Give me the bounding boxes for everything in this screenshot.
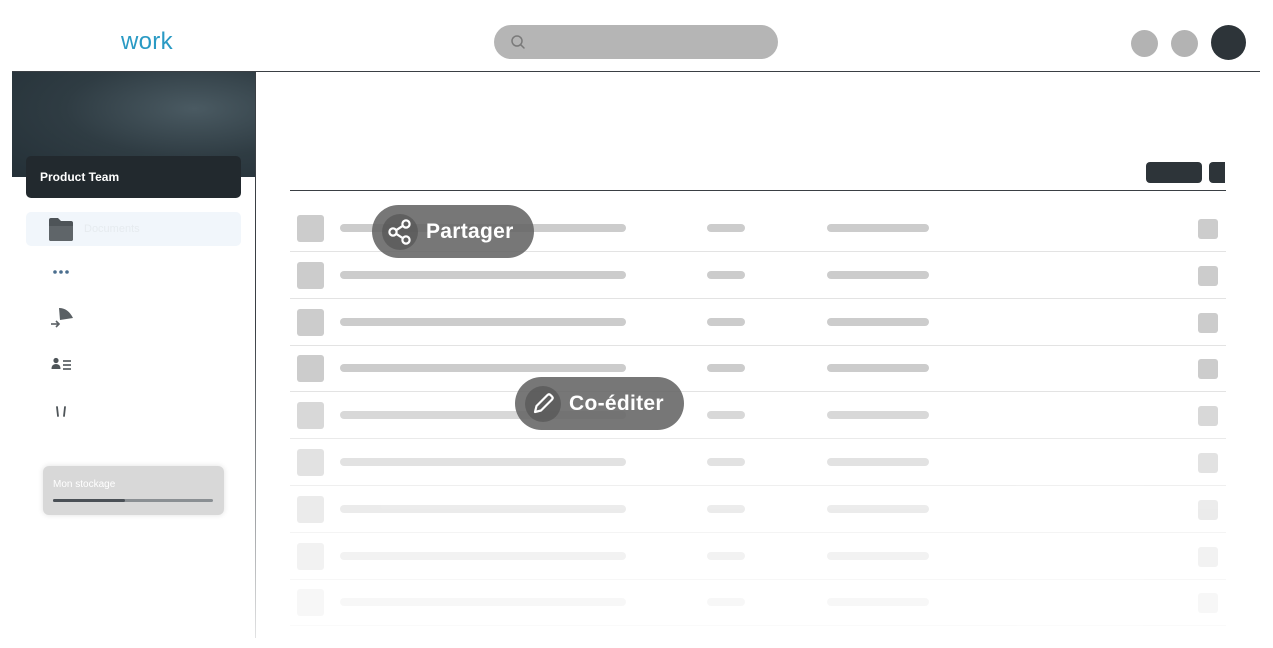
storage-progress	[53, 499, 213, 502]
row-action[interactable]	[1198, 593, 1218, 614]
team-name: Product Team	[40, 170, 120, 184]
table-row[interactable]	[290, 486, 1226, 533]
row-size-placeholder	[707, 598, 745, 607]
row-size-placeholder	[707, 458, 745, 466]
row-date-placeholder	[827, 458, 929, 466]
row-checkbox[interactable]	[297, 449, 324, 476]
notifications-button[interactable]	[1131, 30, 1158, 57]
row-date-placeholder	[827, 317, 929, 326]
row-action[interactable]	[1198, 453, 1218, 473]
row-name-placeholder	[340, 364, 626, 373]
row-size-placeholder	[707, 364, 745, 373]
row-name-placeholder	[340, 504, 626, 513]
row-date-placeholder	[827, 224, 929, 232]
share-badge: Partager	[372, 205, 534, 258]
menu-button[interactable]	[1209, 162, 1225, 183]
share-icon	[382, 213, 418, 250]
coedit-badge-label: Co-éditer	[569, 391, 664, 415]
row-divider	[290, 625, 1226, 627]
avatar[interactable]	[1211, 25, 1246, 60]
row-checkbox[interactable]	[297, 215, 324, 242]
search-bar[interactable]	[494, 25, 778, 59]
row-date-placeholder	[827, 411, 929, 420]
row-name-placeholder	[340, 598, 626, 607]
row-action[interactable]	[1198, 359, 1218, 380]
search-icon	[511, 35, 525, 49]
send-icon[interactable]	[50, 306, 76, 330]
row-name-placeholder	[340, 551, 626, 560]
table-row[interactable]	[290, 252, 1226, 299]
row-checkbox[interactable]	[297, 308, 324, 336]
sidebar-divider	[255, 72, 256, 638]
contacts-icon[interactable]	[51, 357, 73, 371]
row-checkbox[interactable]	[297, 402, 324, 430]
row-name-placeholder	[340, 458, 626, 466]
row-date-placeholder	[827, 551, 929, 560]
storage-progress-fill	[53, 499, 125, 502]
row-action[interactable]	[1198, 219, 1218, 239]
help-button[interactable]	[1171, 30, 1198, 57]
table-row[interactable]	[290, 533, 1226, 580]
table-row[interactable]	[290, 299, 1226, 346]
folder-icon	[49, 218, 73, 241]
share-badge-label: Partager	[426, 219, 514, 243]
row-size-placeholder	[707, 504, 745, 513]
row-size-placeholder	[707, 551, 745, 560]
row-action[interactable]	[1198, 406, 1218, 427]
row-action[interactable]	[1198, 499, 1218, 520]
row-checkbox[interactable]	[297, 355, 324, 383]
new-button[interactable]	[1146, 162, 1202, 183]
row-name-placeholder	[340, 317, 626, 326]
table-row[interactable]	[290, 579, 1226, 627]
row-date-placeholder	[827, 270, 929, 279]
row-name-placeholder	[340, 270, 626, 279]
row-size-placeholder	[707, 317, 745, 326]
row-size-placeholder	[707, 224, 745, 232]
table-row[interactable]	[290, 439, 1226, 486]
row-action[interactable]	[1198, 312, 1218, 333]
pencil-icon	[525, 385, 561, 422]
row-size-placeholder	[707, 411, 745, 420]
table-row[interactable]	[290, 345, 1226, 393]
trash-icon[interactable]	[54, 405, 68, 418]
storage-label: Mon stockage	[53, 479, 116, 490]
row-date-placeholder	[827, 598, 929, 607]
table-row[interactable]	[290, 392, 1226, 440]
row-date-placeholder	[827, 504, 929, 513]
row-action[interactable]	[1198, 546, 1218, 567]
storage-widget[interactable]: Mon stockage	[43, 466, 224, 515]
row-checkbox[interactable]	[297, 542, 324, 570]
row-size-placeholder	[707, 270, 745, 279]
coedit-badge: Co-éditer	[515, 377, 684, 430]
row-checkbox[interactable]	[297, 589, 324, 617]
team-selector[interactable]: Product Team	[26, 156, 241, 198]
row-checkbox[interactable]	[297, 495, 324, 523]
row-action[interactable]	[1198, 265, 1218, 286]
row-checkbox[interactable]	[297, 261, 324, 289]
table-header-divider	[290, 190, 1226, 191]
app-logo[interactable]: work	[121, 28, 173, 56]
row-date-placeholder	[827, 364, 929, 373]
sidebar-item-documents-label: Documents	[84, 223, 140, 235]
more-dots-icon[interactable]	[52, 269, 70, 275]
